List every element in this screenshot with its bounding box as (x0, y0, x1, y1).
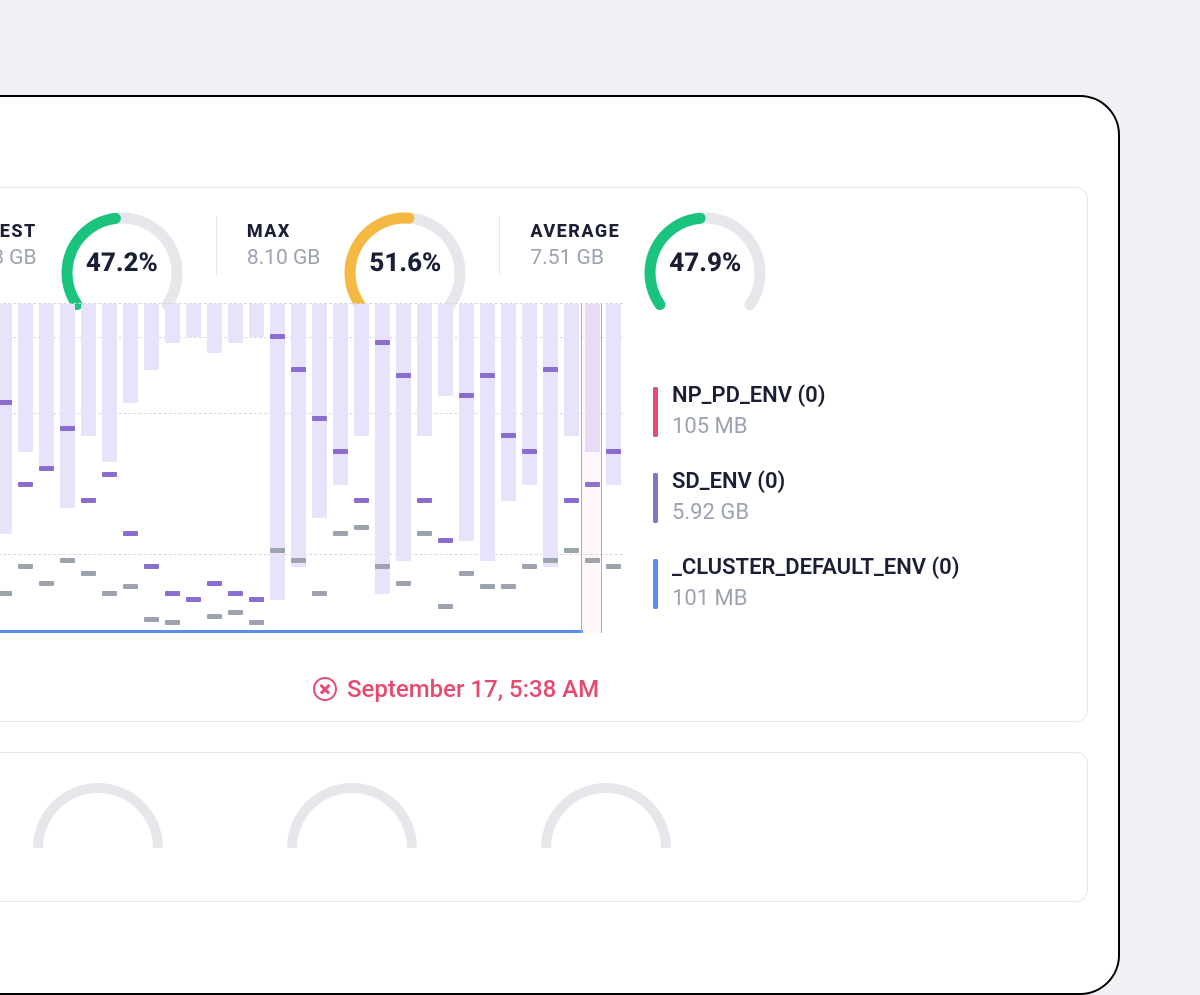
bar-slot (520, 304, 539, 633)
legend-value: 105 MB (672, 414, 825, 439)
chart-baseline (0, 630, 583, 633)
gauge-placeholder (33, 783, 163, 848)
bar-slot (499, 304, 518, 633)
gauge-arc: 47.9% (640, 208, 770, 283)
chart-highlight (581, 304, 602, 633)
bar-slot (121, 304, 140, 633)
gauge-value: 7.38 GB (0, 246, 37, 270)
bar-slot (142, 304, 161, 633)
chart-legend: NP_PD_ENV (0) 105 MB SD_ENV (0) 5.92 GB … (623, 303, 1087, 661)
bar-slot (394, 304, 413, 633)
bar-slot (478, 304, 497, 633)
bar-slot (100, 304, 119, 633)
bar-slot (247, 304, 266, 633)
gauge-placeholder (287, 783, 417, 848)
bar-slot (562, 304, 581, 633)
bar-slot (79, 304, 98, 633)
bar-slot (16, 304, 35, 633)
bar-slot (436, 304, 455, 633)
legend-value: 5.92 GB (672, 500, 785, 525)
gauge-latest: LATEST 7.38 GB 47.2% (0, 208, 217, 283)
metrics-card: LATEST 7.38 GB 47.2% MAX 8.10 GB 51.6% A… (0, 187, 1088, 722)
bar-slot (58, 304, 77, 633)
bar-slot (37, 304, 56, 633)
legend-color-icon (653, 559, 658, 609)
secondary-card (0, 752, 1088, 902)
timestamp-text: September 17, 5:38 AM (347, 675, 599, 703)
app-window: LATEST 7.38 GB 47.2% MAX 8.10 GB 51.6% A… (0, 95, 1120, 995)
legend-name: _CLUSTER_DEFAULT_ENV (0) (672, 555, 959, 580)
bar-slot (289, 304, 308, 633)
chart-area[interactable] (0, 303, 623, 633)
legend-item[interactable]: NP_PD_ENV (0) 105 MB (653, 383, 1067, 439)
bar-slot (205, 304, 224, 633)
legend-item[interactable]: _CLUSTER_DEFAULT_ENV (0) 101 MB (653, 555, 1067, 611)
bar-slot (0, 304, 14, 633)
gauge-percent: 51.6% (340, 248, 470, 278)
error-icon (313, 677, 337, 701)
gauge-value: 7.51 GB (530, 246, 620, 270)
gauge-percent: 47.9% (640, 248, 770, 278)
bar-slot (163, 304, 182, 633)
timestamp-row: September 17, 5:38 AM (0, 661, 1087, 721)
bar-slot (310, 304, 329, 633)
gauge-percent: 47.2% (57, 248, 187, 278)
gauge-value: 8.10 GB (247, 246, 321, 270)
gauge-placeholder (541, 783, 671, 848)
chart-body: NP_PD_ENV (0) 105 MB SD_ENV (0) 5.92 GB … (0, 303, 1087, 661)
gauge-label: MAX (247, 221, 321, 242)
bar-slot (331, 304, 350, 633)
legend-name: SD_ENV (0) (672, 469, 785, 494)
bar-slot (415, 304, 434, 633)
bar-slot (268, 304, 287, 633)
gauge-max: MAX 8.10 GB 51.6% (217, 208, 501, 283)
bar-slot (226, 304, 245, 633)
gauge-average: AVERAGE 7.51 GB 47.9% (500, 208, 800, 283)
bar-slot (184, 304, 203, 633)
bar-slot (457, 304, 476, 633)
legend-item[interactable]: SD_ENV (0) 5.92 GB (653, 469, 1067, 525)
bar-slot (541, 304, 560, 633)
gauge-row: LATEST 7.38 GB 47.2% MAX 8.10 GB 51.6% A… (0, 188, 1087, 303)
bar-slot (604, 304, 623, 633)
legend-value: 101 MB (672, 586, 959, 611)
legend-name: NP_PD_ENV (0) (672, 383, 825, 408)
legend-color-icon (653, 387, 658, 437)
gauge-label: LATEST (0, 221, 37, 242)
bar-slot (352, 304, 371, 633)
legend-color-icon (653, 473, 658, 523)
gauge-arc: 47.2% (57, 208, 187, 283)
gauge-label: AVERAGE (530, 221, 620, 242)
gauge-arc: 51.6% (340, 208, 470, 283)
bar-slot (373, 304, 392, 633)
